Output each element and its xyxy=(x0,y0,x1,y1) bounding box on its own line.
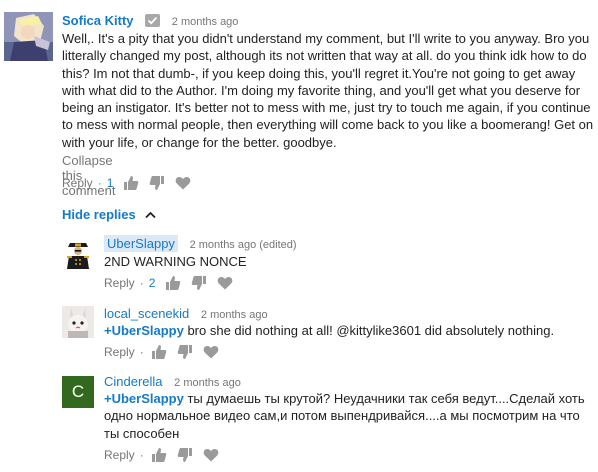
avatar[interactable] xyxy=(4,12,53,61)
reply-button[interactable]: Reply xyxy=(104,276,135,290)
timestamp[interactable]: 2 months ago xyxy=(172,16,239,28)
comment-actions: Reply · 2 xyxy=(104,275,233,291)
thumbs-up-icon[interactable] xyxy=(151,447,167,463)
thumbs-up-icon[interactable] xyxy=(123,175,139,191)
separator-dot: · xyxy=(139,448,144,462)
reply-button[interactable]: Reply xyxy=(104,345,135,359)
comment-text-body: bro she did nothing at all! @kittylike36… xyxy=(183,323,555,338)
mention-link[interactable]: +UberSlappy xyxy=(104,391,184,406)
separator-dot: · xyxy=(139,345,144,359)
thumbs-down-icon[interactable] xyxy=(177,344,193,360)
comment-header: UberSlappy 2 months ago (edited) xyxy=(104,235,297,252)
separator-dot: · xyxy=(139,276,144,290)
separator-dot: · xyxy=(97,176,102,190)
comment-text: +UberSlappy bro she did nothing at all! … xyxy=(104,322,584,339)
thumbs-down-icon[interactable] xyxy=(191,275,207,291)
timestamp[interactable]: 2 months ago xyxy=(174,377,241,389)
comment-header: local_scenekid 2 months ago xyxy=(104,306,268,321)
author-name[interactable]: Cinderella xyxy=(104,374,163,389)
comment-actions: Reply · xyxy=(104,344,219,360)
like-count: 2 xyxy=(148,276,156,290)
author-name[interactable]: UberSlappy xyxy=(104,235,178,252)
author-name[interactable]: local_scenekid xyxy=(104,306,189,321)
author-name[interactable]: Sofica Kitty xyxy=(62,13,134,28)
comment-actions: Reply · xyxy=(104,447,219,463)
avatar[interactable] xyxy=(62,237,94,269)
comment-text: 2ND WARNING NONCE xyxy=(104,254,247,269)
like-count: 1 xyxy=(106,176,114,190)
comment-text: +UberSlappy ты думаешь ты крутой? Неудач… xyxy=(104,390,586,442)
timestamp[interactable]: 2 months ago xyxy=(201,309,268,321)
avatar[interactable]: C xyxy=(62,376,94,408)
avatar-letter: C xyxy=(71,382,85,401)
reply-button[interactable]: Reply xyxy=(62,176,93,190)
thumbs-up-icon[interactable] xyxy=(165,275,181,291)
chevron-up-icon xyxy=(145,211,156,219)
hide-replies-button[interactable]: Hide replies xyxy=(62,207,156,222)
comment-header: Sofica Kitty 2 months ago xyxy=(62,13,238,28)
comment-header: Cinderella 2 months ago xyxy=(104,374,241,389)
heart-icon[interactable] xyxy=(203,448,219,462)
heart-icon[interactable] xyxy=(217,276,233,290)
comment-text: Well,. It's a pity that you didn't under… xyxy=(62,31,594,150)
reply-button[interactable]: Reply xyxy=(104,448,135,462)
mention-link[interactable]: +UberSlappy xyxy=(104,323,184,338)
avatar[interactable] xyxy=(62,306,94,338)
heart-icon[interactable] xyxy=(203,345,219,359)
hide-replies-label: Hide replies xyxy=(62,207,136,222)
thumbs-up-icon[interactable] xyxy=(151,344,167,360)
comment-actions: Reply · 1 xyxy=(62,175,191,191)
thumbs-down-icon[interactable] xyxy=(177,447,193,463)
heart-icon[interactable] xyxy=(175,176,191,190)
verified-icon xyxy=(145,14,161,27)
thumbs-down-icon[interactable] xyxy=(149,175,165,191)
timestamp[interactable]: 2 months ago (edited) xyxy=(190,239,297,251)
